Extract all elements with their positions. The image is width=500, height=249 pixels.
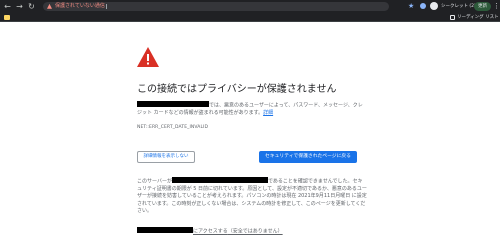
bookmarks-bar: リーディング リスト (0, 13, 500, 22)
address-bar[interactable]: ▲ 保護されていない通信 (43, 2, 389, 11)
redacted-domain (137, 227, 193, 233)
explanation-paragraph: では、悪意のあるユーザーによって、パスワード、メッセージ、クレジット カードなど… (137, 101, 365, 118)
proceed-unsafe-link[interactable]: にアクセスする (193, 229, 228, 235)
redacted-domain (171, 177, 268, 183)
hide-details-button[interactable]: 詳細情報を表示しない (137, 151, 195, 163)
profile-label[interactable]: シークレット (2) (441, 0, 476, 13)
back-to-safety-button[interactable]: セキュリティで保護されたページに戻る (259, 151, 357, 163)
bookmark-star-icon[interactable]: ★ (408, 1, 414, 11)
warning-triangle-icon (137, 47, 159, 67)
details-prefix: このサーバーが (137, 178, 172, 185)
error-code[interactable]: NET::ERR_CERT_DATE_INVALID (137, 125, 208, 131)
learn-more-link[interactable]: 詳細 (263, 110, 273, 116)
not-secure-label[interactable]: 保護されていない通信 (55, 2, 105, 11)
proceed-line: にアクセスする（安全ではありません） (137, 227, 283, 236)
reading-list-icon[interactable] (450, 15, 455, 20)
extension-icon[interactable] (420, 3, 426, 9)
forward-arrow-icon[interactable]: → (15, 2, 24, 11)
page-title: この接続ではプライバシーが保護されません (137, 84, 337, 95)
reload-icon[interactable]: ↻ (27, 2, 36, 11)
reading-list-button[interactable]: リーディング リスト (457, 13, 499, 22)
details-paragraph: このサーバーが であることを確認できませんでした。セキュリティ証明書の期限が 5 … (137, 177, 367, 216)
browser-toolbar: ← → ↻ ▲ 保護されていない通信 ★ シークレット (2) 更新 ⋮ (0, 0, 500, 13)
proceed-unsafe-suffix[interactable]: （安全ではありません） (228, 229, 283, 235)
profile-avatar-icon[interactable] (430, 2, 438, 10)
warning-icon[interactable]: ▲ (47, 2, 52, 11)
address-divider (106, 4, 107, 9)
menu-kebab-icon[interactable]: ⋮ (493, 0, 500, 13)
redacted-domain (137, 101, 209, 107)
update-button[interactable]: 更新 (474, 2, 491, 11)
bookmark-folder-icon[interactable] (4, 15, 10, 20)
back-arrow-icon[interactable]: ← (3, 2, 12, 11)
